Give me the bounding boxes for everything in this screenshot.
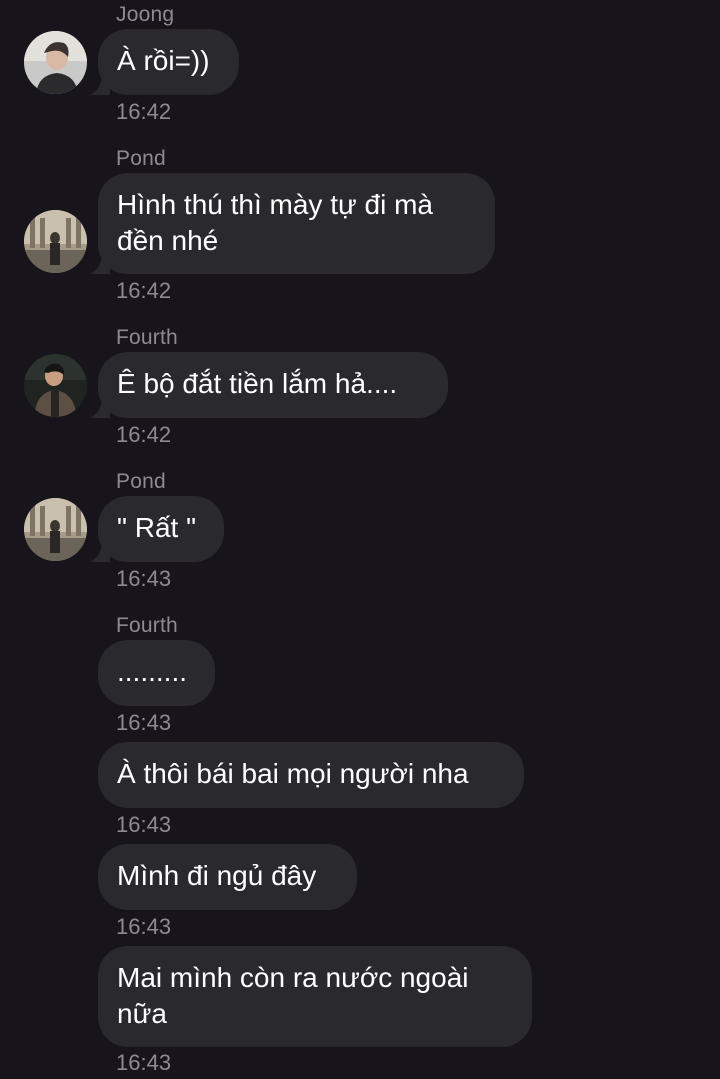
message-bubble[interactable]: " Rất " xyxy=(98,496,224,562)
message-text: Mình đi ngủ đây xyxy=(117,860,317,891)
message-time: 16:43 xyxy=(116,1050,172,1075)
message-bubble[interactable]: Ê bộ đắt tiền lắm hả.... xyxy=(98,352,448,418)
message-text-line: Hình thú thì mày tự đi mà xyxy=(117,189,433,220)
message-bubble[interactable]: Mai mình còn ra nước ngoài nữa xyxy=(98,946,532,1047)
fourth-avatar[interactable] xyxy=(24,354,87,417)
message-text: Ê bộ đắt tiền lắm hả.... xyxy=(117,368,398,399)
message-bubble[interactable]: Mình đi ngủ đây xyxy=(98,844,357,910)
sender-name: Pond xyxy=(116,147,166,170)
sender-name: Pond xyxy=(116,470,166,493)
message-time: 16:42 xyxy=(116,99,172,124)
message-time: 16:43 xyxy=(116,914,172,939)
message-text-line: nữa xyxy=(117,998,167,1029)
message-text: À rồi=)) xyxy=(117,45,210,76)
message-text-line: đền nhé xyxy=(117,225,219,256)
message-time: 16:43 xyxy=(116,710,172,735)
message-bubble[interactable]: À rồi=)) xyxy=(98,29,239,95)
message-bubble[interactable]: ......... xyxy=(98,640,215,706)
chat-thread: Joong À rồi=)) 16:42 Pond Hình thú thì m… xyxy=(0,0,720,1079)
message-bubble[interactable]: Hình thú thì mày tự đi mà đền nhé xyxy=(98,173,495,274)
pond-avatar[interactable] xyxy=(24,498,87,561)
pond-avatar[interactable] xyxy=(24,210,87,273)
message-time: 16:42 xyxy=(116,422,172,447)
message-text: ......... xyxy=(117,656,188,687)
sender-name: Fourth xyxy=(116,326,178,349)
message-time: 16:43 xyxy=(116,566,172,591)
message-time: 16:42 xyxy=(116,278,172,303)
message-time: 16:43 xyxy=(116,812,172,837)
message-text: " Rất " xyxy=(117,512,197,543)
joong-avatar[interactable] xyxy=(24,31,87,94)
sender-name: Fourth xyxy=(116,614,178,637)
sender-name: Joong xyxy=(116,3,175,26)
message-text-line: Mai mình còn ra nước ngoài xyxy=(117,962,469,993)
message-text: À thôi bái bai mọi người nha xyxy=(117,758,469,789)
message-bubble[interactable]: À thôi bái bai mọi người nha xyxy=(98,742,524,808)
